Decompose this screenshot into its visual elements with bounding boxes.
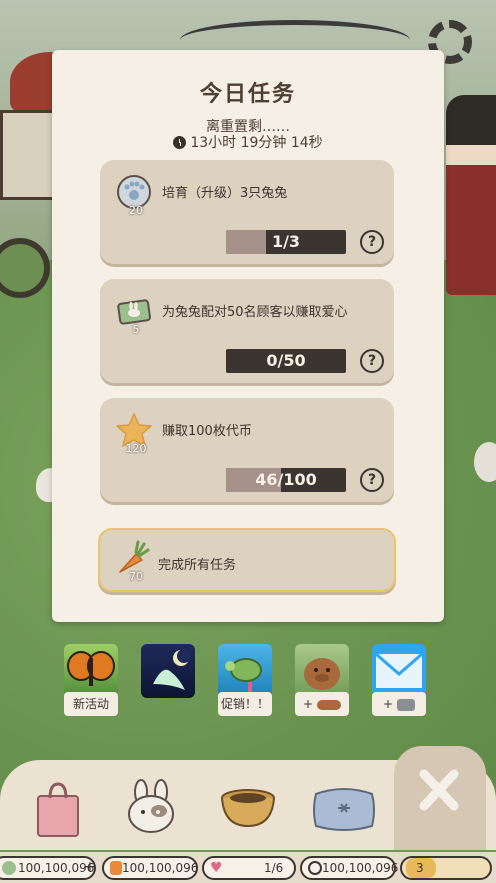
heart-counter: ♥ 1/6	[202, 856, 296, 880]
token-amount: 100,100,096	[322, 861, 399, 875]
cushion-button[interactable]	[306, 774, 382, 844]
close-button[interactable]	[402, 760, 478, 830]
basket-button[interactable]	[210, 774, 286, 844]
event-caption: +	[372, 692, 426, 716]
task-card: 5 为兔兔配对50名顾客以赚取爱心 0/50 ?	[100, 279, 394, 383]
daily-quest-panel: 今日任务 离重置剩…… 13小时 19分钟 14秒 20 培育（升级）3只兔兔 …	[52, 50, 444, 622]
progress-text: 0/50	[266, 351, 306, 370]
shop-stall	[0, 110, 55, 200]
token-icon	[308, 861, 322, 875]
task-card: 20 培育（升级）3只兔兔 1/3 ?	[100, 160, 394, 264]
progress-bar: 1/3	[226, 230, 346, 254]
heart-amount: 1/6	[264, 861, 284, 875]
task-label: 为兔兔配对50名顾客以赚取爱心	[162, 305, 348, 320]
level-counter: 3	[400, 856, 492, 880]
moth-icon	[153, 649, 191, 690]
basket-icon	[221, 789, 275, 828]
progress-text: 1/3	[271, 232, 301, 251]
bunnies-button[interactable]	[114, 774, 190, 844]
task-reward: 20	[129, 204, 143, 217]
capybara-event-button[interactable]	[295, 644, 349, 698]
mail-button[interactable]	[372, 644, 426, 698]
help-button[interactable]: ?	[360, 468, 384, 492]
butterfly-event-button[interactable]	[64, 644, 118, 698]
task-label: 培育（升级）3只兔兔	[162, 186, 288, 201]
heart-icon: ♥	[210, 860, 223, 876]
close-icon	[419, 769, 459, 811]
mail-icon	[375, 652, 423, 688]
plus-label: +	[303, 697, 314, 711]
complete-all-card[interactable]: 70 完成所有任务	[98, 528, 396, 592]
capybara-icon	[304, 658, 340, 690]
task-card: 120 赚取100枚代币 46/100 ?	[100, 398, 394, 502]
carrot-currency-icon	[110, 861, 122, 875]
timer-text: 13小时 19分钟 14秒	[190, 135, 323, 151]
help-button[interactable]: ?	[360, 349, 384, 373]
turtle-icon	[225, 658, 262, 696]
event-caption: +	[295, 692, 349, 716]
progress-bar: 46/100	[226, 468, 346, 492]
task-reward: 70	[129, 570, 143, 583]
coin-icon	[2, 861, 16, 875]
clock-icon	[173, 135, 187, 149]
luna-moth-event-button[interactable]	[141, 644, 195, 698]
token-counter: 100,100,096	[300, 856, 399, 880]
mailbox-mini-icon	[396, 698, 415, 711]
level-value: 3	[416, 861, 424, 875]
plus-label: +	[383, 697, 394, 711]
progress-text: 46/100	[255, 470, 317, 489]
carrot-amount: 100,100,096	[122, 861, 199, 875]
reset-timer: 13小时 19分钟 14秒	[52, 132, 444, 152]
butterfly-icon	[67, 651, 115, 686]
task-label: 完成所有任务	[158, 558, 237, 573]
task-label: 赚取100枚代币	[162, 424, 252, 439]
bunny-right	[474, 442, 496, 482]
shopkeeper-girl	[446, 95, 496, 295]
capybara-mini-icon	[316, 699, 341, 710]
add-coins-button[interactable]: +	[82, 859, 98, 875]
shop-button[interactable]	[22, 774, 98, 844]
shopping-bag-icon	[37, 782, 79, 837]
event-caption: 新活动	[64, 692, 118, 716]
bunny-face-icon	[128, 779, 174, 833]
pillow-icon	[313, 788, 375, 831]
help-button[interactable]: ?	[360, 230, 384, 254]
task-reward: 120	[125, 442, 147, 455]
task-reward: 5	[132, 323, 140, 336]
progress-bar: 0/50	[226, 349, 346, 373]
carrot-counter: 100,100,096	[102, 856, 198, 880]
event-caption: 促销！！	[218, 692, 272, 716]
panel-title: 今日任务	[199, 82, 296, 107]
sea-turtle-event-button[interactable]	[218, 644, 272, 698]
